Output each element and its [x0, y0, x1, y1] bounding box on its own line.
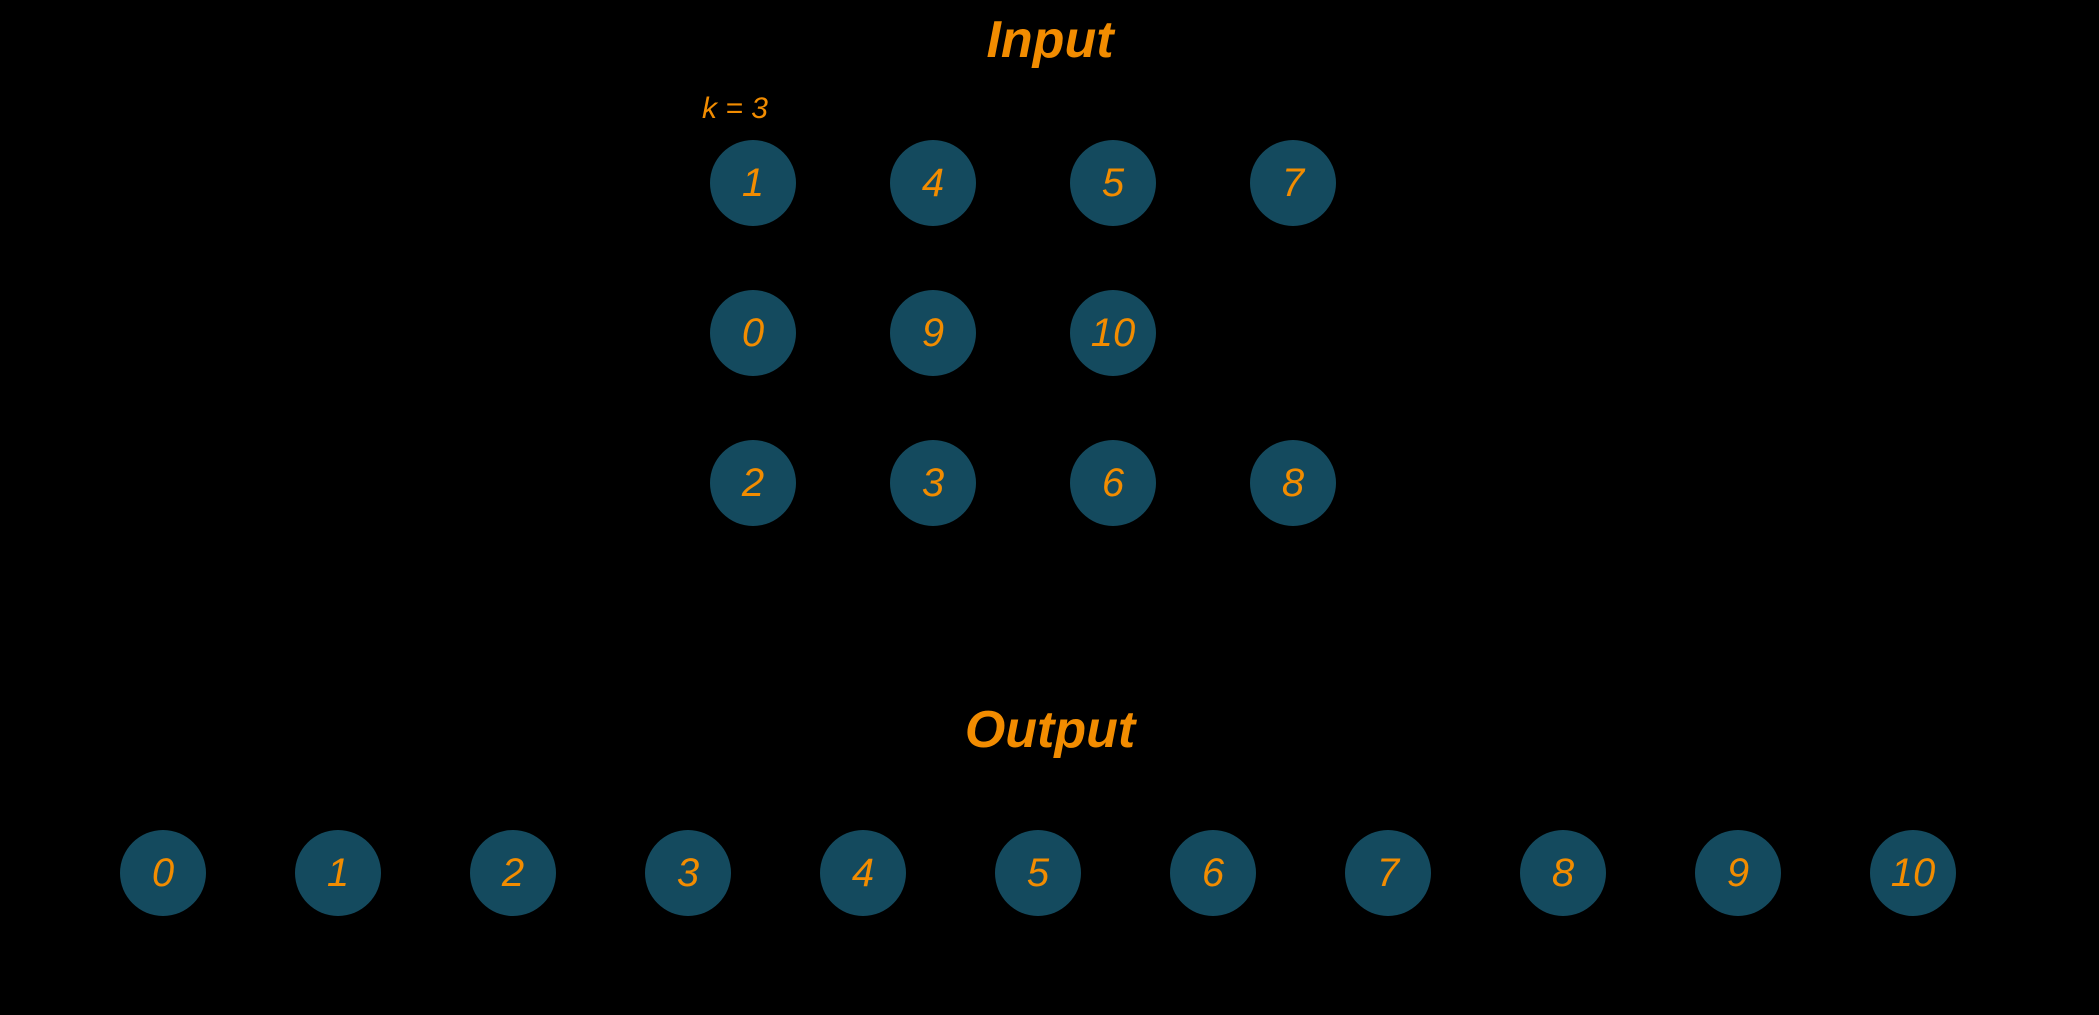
output-node-6: 6: [1170, 830, 1256, 916]
input-node-r2-c0: 2: [710, 440, 796, 526]
input-node-r1-c0: 0: [710, 290, 796, 376]
title-input: Input: [900, 10, 1200, 70]
input-node-r0-c1: 4: [890, 140, 976, 226]
input-node-r2-c2: 6: [1070, 440, 1156, 526]
input-node-r1-c2: 10: [1070, 290, 1156, 376]
output-node-2: 2: [470, 830, 556, 916]
title-output: Output: [900, 700, 1200, 760]
input-node-r2-c1: 3: [890, 440, 976, 526]
diagram-stage: Input k = 3 Output 1 4 5 7 0 9 10 2 3 6 8 0 1 2 3 4 5 6 7 8…: [0, 0, 2099, 1015]
output-node-7: 7: [1345, 830, 1431, 916]
input-node-r0-c3: 7: [1250, 140, 1336, 226]
output-node-4: 4: [820, 830, 906, 916]
output-node-9: 9: [1695, 830, 1781, 916]
input-node-r0-c0: 1: [710, 140, 796, 226]
input-node-r1-c1: 9: [890, 290, 976, 376]
output-node-8: 8: [1520, 830, 1606, 916]
output-node-5: 5: [995, 830, 1081, 916]
input-node-r2-c3: 8: [1250, 440, 1336, 526]
output-node-3: 3: [645, 830, 731, 916]
input-node-r0-c2: 5: [1070, 140, 1156, 226]
output-node-0: 0: [120, 830, 206, 916]
k-label: k = 3: [702, 92, 768, 126]
output-node-1: 1: [295, 830, 381, 916]
output-node-10: 10: [1870, 830, 1956, 916]
